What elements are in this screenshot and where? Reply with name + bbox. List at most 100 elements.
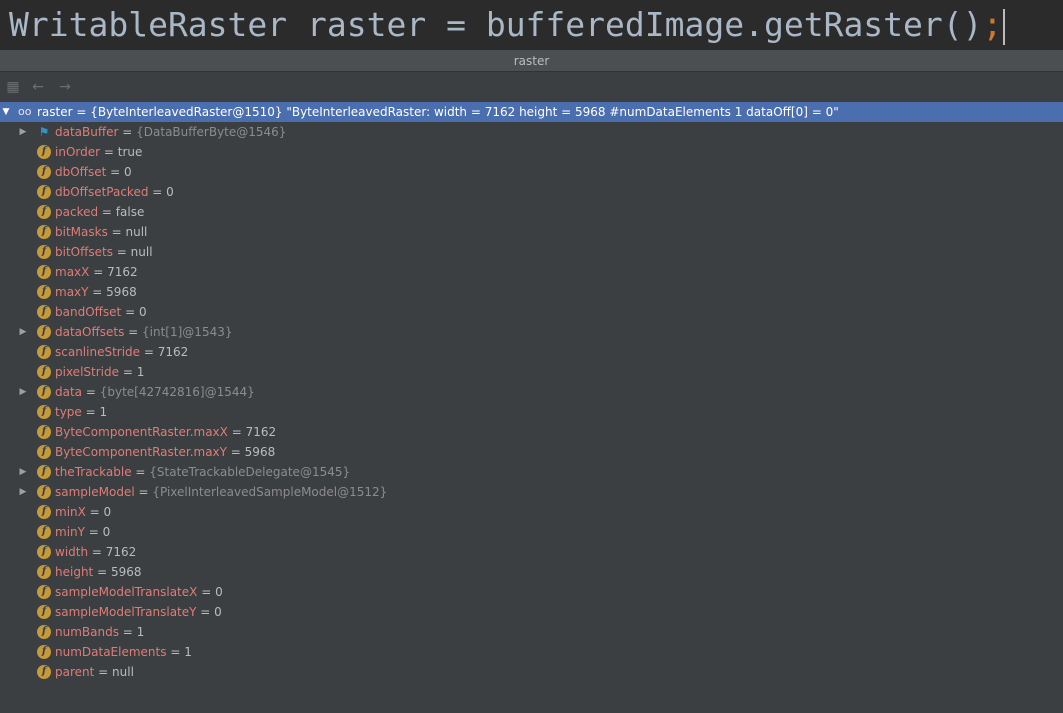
field-value: {DataBufferByte@1546}: [136, 125, 287, 139]
field-text: inOrder = true: [55, 142, 142, 162]
field-text: maxX = 7162: [55, 262, 138, 282]
field-text: width = 7162: [55, 542, 136, 562]
field-value: 0: [214, 605, 222, 619]
field-equals: =: [131, 465, 150, 479]
field-value: 5968: [110, 565, 142, 579]
field-equals: =: [197, 585, 216, 599]
field-equals: =: [118, 625, 137, 639]
code-line-text: WritableRaster raster = bufferedImage.ge…: [9, 5, 983, 44]
field-equals: =: [121, 305, 139, 319]
field-value: 7162: [245, 425, 277, 439]
expand-arrow-icon[interactable]: ▶: [18, 482, 28, 502]
field-row[interactable]: f type = 1: [0, 402, 1063, 422]
field-f-icon: f: [37, 465, 51, 479]
back-arrow-icon[interactable]: ←: [29, 78, 47, 96]
field-text: numBands = 1: [55, 622, 144, 642]
field-row[interactable]: ▶ f data = {byte[42742816]@1544}: [0, 382, 1063, 402]
expand-arrow-icon[interactable]: ▶: [18, 382, 28, 402]
field-row[interactable]: f numBands = 1: [0, 622, 1063, 642]
field-f-icon: f: [37, 545, 51, 559]
field-value: 0: [123, 165, 132, 179]
field-name: bandOffset: [55, 305, 122, 319]
field-row[interactable]: f minX = 0: [0, 502, 1063, 522]
field-row[interactable]: f sampleModelTranslateX = 0: [0, 582, 1063, 602]
field-row[interactable]: f width = 7162: [0, 542, 1063, 562]
field-text: ByteComponentRaster.maxY = 5968: [55, 442, 275, 462]
field-row[interactable]: f packed = false: [0, 202, 1063, 222]
field-f-icon: f: [37, 145, 51, 159]
field-row[interactable]: f bitOffsets = null: [0, 242, 1063, 262]
panel-title-bar: raster: [0, 50, 1063, 72]
variables-tree: ▼ oo raster = {ByteInterleavedRaster@151…: [0, 102, 1063, 682]
field-name: height: [55, 565, 94, 579]
field-name: bitOffsets: [55, 245, 113, 259]
field-name: ByteComponentRaster.maxX: [55, 425, 228, 439]
field-value: 7162: [105, 545, 137, 559]
restore-layout-icon[interactable]: ▦: [4, 78, 22, 96]
field-row[interactable]: f bitMasks = null: [0, 222, 1063, 242]
tree-root-row[interactable]: ▼ oo raster = {ByteInterleavedRaster@151…: [0, 102, 1063, 122]
field-value: 0: [102, 525, 111, 539]
field-text: parent = null: [55, 662, 134, 682]
field-row[interactable]: f dbOffset = 0: [0, 162, 1063, 182]
field-name: numBands: [55, 625, 119, 639]
field-row[interactable]: f maxY = 5968: [0, 282, 1063, 302]
field-row[interactable]: f inOrder = true: [0, 142, 1063, 162]
field-f-icon: f: [37, 525, 51, 539]
field-text: height = 5968: [55, 562, 141, 582]
field-row[interactable]: f parent = null: [0, 662, 1063, 682]
field-row[interactable]: ▶ f dataOffsets = {int[1]@1543}: [0, 322, 1063, 342]
field-equals: =: [112, 245, 131, 259]
field-row[interactable]: f height = 5968: [0, 562, 1063, 582]
field-name: maxY: [55, 285, 89, 299]
expand-arrow-icon[interactable]: ▶: [18, 322, 28, 342]
field-value: 5968: [106, 285, 137, 299]
field-f-icon: f: [37, 285, 51, 299]
field-name: data: [55, 385, 83, 399]
field-row[interactable]: ▶ f theTrackable = {StateTrackableDelegate…: [0, 462, 1063, 482]
field-text: sampleModelTranslateY = 0: [55, 602, 222, 622]
field-row[interactable]: f ByteComponentRaster.maxX = 7162: [0, 422, 1063, 442]
field-text: ByteComponentRaster.maxX = 7162: [55, 422, 276, 442]
expand-arrow-icon[interactable]: ▶: [18, 122, 28, 142]
field-row[interactable]: f scanlineStride = 7162: [0, 342, 1063, 362]
field-text: scanlineStride = 7162: [55, 342, 188, 362]
field-name: scanlineStride: [55, 345, 141, 359]
field-row[interactable]: f bandOffset = 0: [0, 302, 1063, 322]
field-row[interactable]: f minY = 0: [0, 522, 1063, 542]
field-row[interactable]: f dbOffsetPacked = 0: [0, 182, 1063, 202]
field-equals: =: [118, 125, 137, 139]
field-equals: =: [166, 645, 185, 659]
field-name: dbOffset: [55, 165, 107, 179]
field-row[interactable]: f pixelStride = 1: [0, 362, 1063, 382]
code-line: WritableRaster raster = bufferedImage.ge…: [0, 0, 1063, 50]
root-name: raster: [37, 105, 73, 119]
collapse-arrow-icon[interactable]: ▼: [1, 102, 11, 122]
field-row[interactable]: f numDataElements = 1: [0, 642, 1063, 662]
expand-arrow-icon[interactable]: ▶: [18, 462, 28, 482]
field-row[interactable]: f sampleModelTranslateY = 0: [0, 602, 1063, 622]
field-text: theTrackable = {StateTrackableDelegate@1…: [55, 462, 350, 482]
field-name: pixelStride: [55, 365, 119, 379]
field-text: dbOffset = 0: [55, 162, 132, 182]
text-caret: [1003, 8, 1006, 45]
code-line-semicolon: ;: [982, 5, 1003, 44]
field-value: 0: [103, 505, 112, 519]
field-f-icon: f: [37, 425, 51, 439]
field-row[interactable]: f ByteComponentRaster.maxY = 5968: [0, 442, 1063, 462]
field-value: null: [125, 225, 148, 239]
field-row[interactable]: ▶ ⚑ dataBuffer = {DataBufferByte@1546}: [0, 122, 1063, 142]
field-text: maxY = 5968: [55, 282, 137, 302]
panel-title: raster: [513, 54, 550, 68]
forward-arrow-icon[interactable]: →: [56, 78, 74, 96]
field-name: numDataElements: [55, 645, 167, 659]
field-equals: =: [134, 485, 153, 499]
field-f-icon: f: [37, 665, 51, 679]
field-equals: =: [148, 185, 167, 199]
field-equals: =: [124, 325, 143, 339]
field-name: type: [55, 405, 82, 419]
field-row[interactable]: f maxX = 7162: [0, 262, 1063, 282]
field-f-icon: f: [37, 385, 51, 399]
field-equals: =: [226, 445, 245, 459]
field-row[interactable]: ▶ f sampleModel = {PixelInterleavedSampleM…: [0, 482, 1063, 502]
